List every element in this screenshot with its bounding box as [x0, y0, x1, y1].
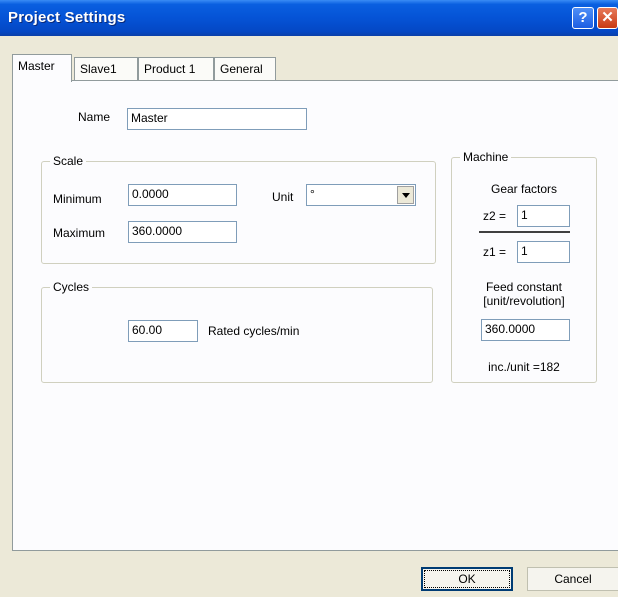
z2-field[interactable]: 1 [517, 205, 570, 227]
cancel-button[interactable]: Cancel [527, 567, 618, 591]
close-icon: ✕ [601, 9, 614, 26]
ok-button[interactable]: OK [421, 567, 513, 591]
close-button[interactable]: ✕ [597, 7, 618, 29]
cycles-group: Cycles 60.00 Rated cycles/min [41, 280, 433, 383]
cycles-field[interactable]: 60.00 [128, 320, 198, 342]
help-button[interactable]: ? [572, 7, 594, 29]
maximum-field[interactable]: 360.0000 [128, 221, 237, 243]
unit-select-value: ° [310, 187, 315, 201]
tab-master[interactable]: Master [12, 54, 72, 82]
tab-product-1[interactable]: Product 1 [138, 57, 214, 81]
inc-per-unit-label: inc./unit =182 [488, 360, 560, 374]
tab-label: General [220, 62, 263, 76]
z1-field[interactable]: 1 [517, 241, 570, 263]
fraction-divider [479, 231, 570, 233]
scale-group: Scale Minimum 0.0000 Maximum 360.0000 Un… [41, 154, 436, 264]
minimum-label: Minimum [53, 192, 102, 206]
z2-label: z2 = [483, 209, 507, 223]
tab-panel-master: Name Master Scale Minimum 0.0000 Maximum… [12, 80, 618, 551]
machine-group: Machine Gear factors z2 = 1 z1 = 1 Feed … [451, 150, 597, 383]
unit-select[interactable]: ° [306, 184, 416, 206]
cycles-unit-label: Rated cycles/min [208, 324, 300, 338]
tab-slave1[interactable]: Slave1 [74, 57, 138, 81]
tab-general[interactable]: General [214, 57, 276, 81]
feed-constant-label: Feed constant [485, 280, 563, 294]
name-field[interactable]: Master [127, 108, 307, 130]
window-title: Project Settings [8, 9, 126, 26]
tab-label: Product 1 [144, 62, 196, 76]
scale-legend: Scale [50, 154, 87, 168]
title-bar: Project Settings ? ✕ [0, 0, 618, 36]
cycles-legend: Cycles [50, 280, 93, 294]
name-label: Name [78, 110, 111, 124]
maximum-label: Maximum [53, 226, 106, 240]
feed-constant-field[interactable]: 360.0000 [481, 319, 570, 341]
help-icon: ? [578, 9, 588, 26]
chevron-down-icon[interactable] [397, 186, 414, 204]
gear-factors-label: Gear factors [490, 182, 558, 196]
minimum-field[interactable]: 0.0000 [128, 184, 237, 206]
machine-legend: Machine [460, 150, 512, 164]
z1-label: z1 = [483, 245, 507, 259]
tab-label: Slave1 [80, 62, 117, 76]
unit-label: Unit [272, 190, 294, 204]
cancel-label: Cancel [554, 572, 592, 586]
ok-label: OK [458, 572, 476, 586]
feed-constant-unit-label: [unit/revolution] [483, 294, 565, 308]
tab-label: Master [18, 59, 55, 73]
